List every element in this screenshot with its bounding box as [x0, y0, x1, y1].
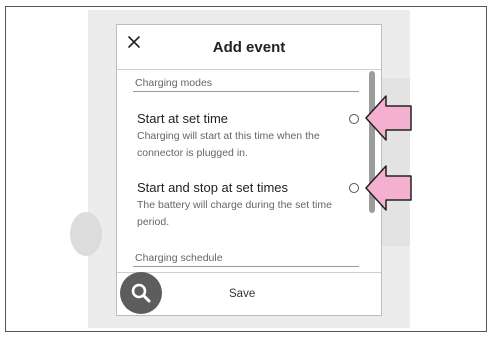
background-circle: [70, 212, 102, 256]
header-divider: [117, 69, 381, 70]
section-underline: [133, 266, 359, 267]
pointer-arrow-icon: [365, 165, 412, 211]
option-description: The battery will charge during the set t…: [137, 199, 332, 228]
option-title-start-at-set-time: Start at set time: [137, 111, 229, 126]
section-label-charging-schedule: Charging schedule: [135, 252, 223, 264]
section-underline: [133, 91, 359, 92]
dialog-header: Add event: [117, 25, 381, 69]
pointer-arrow-icon: [365, 95, 412, 141]
option-description: Charging will start at this time when th…: [137, 130, 320, 159]
save-button[interactable]: Save: [229, 288, 255, 300]
dialog-title: Add event: [212, 39, 286, 56]
add-event-dialog: Add event Charging modes Start at set ti…: [116, 24, 382, 316]
section-label-charging-modes: Charging modes: [135, 77, 213, 89]
search-fab-button[interactable]: [120, 272, 162, 314]
radio-start-at-set-time[interactable]: [349, 114, 359, 124]
radio-start-and-stop[interactable]: [349, 183, 359, 193]
option-title-start-and-stop: Start and stop at set times: [137, 180, 289, 195]
